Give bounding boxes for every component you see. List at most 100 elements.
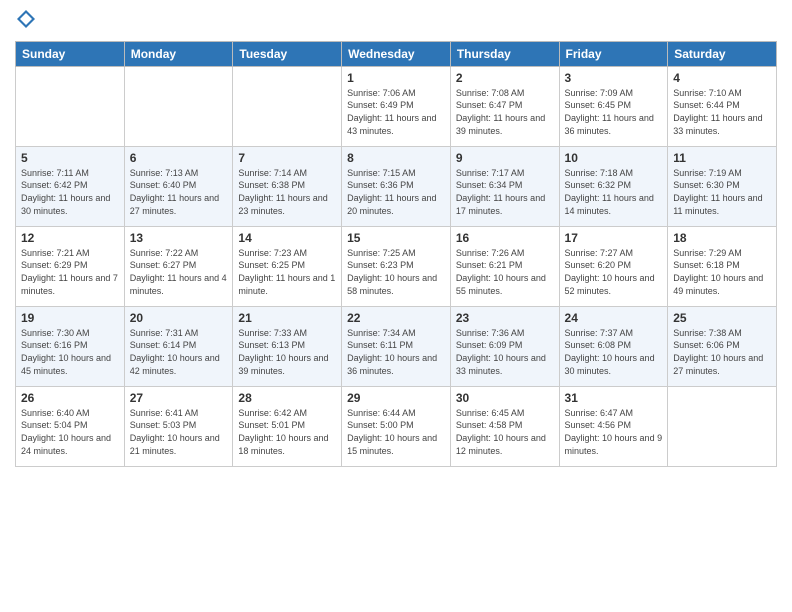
weekday-header-friday: Friday xyxy=(559,41,668,66)
week-row-2: 5Sunrise: 7:11 AM Sunset: 6:42 PM Daylig… xyxy=(16,146,777,226)
week-row-1: 1 Sunrise: 7:06 AM Sunset: 6:49 PM Daylig… xyxy=(16,66,777,146)
header xyxy=(15,10,777,33)
day-number: 11 xyxy=(673,151,771,165)
day-number: 9 xyxy=(456,151,554,165)
day-cell: 8Sunrise: 7:15 AM Sunset: 6:36 PM Daylig… xyxy=(342,146,451,226)
day-number: 7 xyxy=(238,151,336,165)
day-info: Sunrise: 7:29 AM Sunset: 6:18 PM Dayligh… xyxy=(673,247,771,297)
week-row-3: 12 Sunrise: 7:21 AM Sunset: 6:29 PM Dayli… xyxy=(16,226,777,306)
day-number: 14 xyxy=(238,231,336,245)
day-number: 15 xyxy=(347,231,445,245)
day-info: Sunrise: 7:27 AM Sunset: 6:20 PM Dayligh… xyxy=(565,247,663,297)
weekday-header-row: SundayMondayTuesdayWednesdayThursdayFrid… xyxy=(16,41,777,66)
week-row-5: 26 Sunrise: 6:40 AM Sunset: 5:04 PM Dayli… xyxy=(16,386,777,466)
day-number: 13 xyxy=(130,231,228,245)
week-row-4: 19Sunrise: 7:30 AM Sunset: 6:16 PM Dayli… xyxy=(16,306,777,386)
day-info: Sunrise: 7:19 AM Sunset: 6:30 PM Dayligh… xyxy=(673,167,771,217)
day-cell: 16 Sunrise: 7:26 AM Sunset: 6:21 PM Dayli… xyxy=(450,226,559,306)
day-cell: 2 Sunrise: 7:08 AM Sunset: 6:47 PM Daylig… xyxy=(450,66,559,146)
day-cell: 30 Sunrise: 6:45 AM Sunset: 4:58 PM Dayli… xyxy=(450,386,559,466)
day-info: Sunrise: 7:22 AM Sunset: 6:27 PM Dayligh… xyxy=(130,247,228,297)
day-cell: 7 Sunrise: 7:14 AM Sunset: 6:38 PM Daylig… xyxy=(233,146,342,226)
day-number: 12 xyxy=(21,231,119,245)
day-info: Sunrise: 7:06 AM Sunset: 6:49 PM Dayligh… xyxy=(347,87,445,137)
day-info: Sunrise: 7:13 AM Sunset: 6:40 PM Dayligh… xyxy=(130,167,228,217)
day-info: Sunrise: 7:08 AM Sunset: 6:47 PM Dayligh… xyxy=(456,87,554,137)
day-info: Sunrise: 7:21 AM Sunset: 6:29 PM Dayligh… xyxy=(21,247,119,297)
day-number: 31 xyxy=(565,391,663,405)
day-number: 16 xyxy=(456,231,554,245)
weekday-header-sunday: Sunday xyxy=(16,41,125,66)
day-number: 17 xyxy=(565,231,663,245)
day-cell: 18 Sunrise: 7:29 AM Sunset: 6:18 PM Dayli… xyxy=(668,226,777,306)
day-cell: 17 Sunrise: 7:27 AM Sunset: 6:20 PM Dayli… xyxy=(559,226,668,306)
day-info: Sunrise: 7:15 AM Sunset: 6:36 PM Dayligh… xyxy=(347,167,445,217)
day-number: 3 xyxy=(565,71,663,85)
day-number: 23 xyxy=(456,311,554,325)
day-number: 2 xyxy=(456,71,554,85)
day-number: 28 xyxy=(238,391,336,405)
day-cell xyxy=(124,66,233,146)
day-number: 1 xyxy=(347,71,445,85)
day-number: 24 xyxy=(565,311,663,325)
day-info: Sunrise: 6:45 AM Sunset: 4:58 PM Dayligh… xyxy=(456,407,554,457)
day-info: Sunrise: 7:36 AM Sunset: 6:09 PM Dayligh… xyxy=(456,327,554,377)
day-cell: 15 Sunrise: 7:25 AM Sunset: 6:23 PM Dayli… xyxy=(342,226,451,306)
day-cell: 25 Sunrise: 7:38 AM Sunset: 6:06 PM Dayli… xyxy=(668,306,777,386)
day-info: Sunrise: 6:47 AM Sunset: 4:56 PM Dayligh… xyxy=(565,407,663,457)
day-number: 27 xyxy=(130,391,228,405)
day-number: 26 xyxy=(21,391,119,405)
day-cell: 13 Sunrise: 7:22 AM Sunset: 6:27 PM Dayli… xyxy=(124,226,233,306)
day-cell: 24 Sunrise: 7:37 AM Sunset: 6:08 PM Dayli… xyxy=(559,306,668,386)
day-number: 29 xyxy=(347,391,445,405)
day-number: 25 xyxy=(673,311,771,325)
page: SundayMondayTuesdayWednesdayThursdayFrid… xyxy=(0,0,792,612)
weekday-header-tuesday: Tuesday xyxy=(233,41,342,66)
day-info: Sunrise: 7:14 AM Sunset: 6:38 PM Dayligh… xyxy=(238,167,336,217)
day-info: Sunrise: 7:25 AM Sunset: 6:23 PM Dayligh… xyxy=(347,247,445,297)
day-cell: 9 Sunrise: 7:17 AM Sunset: 6:34 PM Daylig… xyxy=(450,146,559,226)
day-info: Sunrise: 7:10 AM Sunset: 6:44 PM Dayligh… xyxy=(673,87,771,137)
day-number: 22 xyxy=(347,311,445,325)
day-cell: 5Sunrise: 7:11 AM Sunset: 6:42 PM Daylig… xyxy=(16,146,125,226)
logo xyxy=(15,10,35,33)
day-info: Sunrise: 6:42 AM Sunset: 5:01 PM Dayligh… xyxy=(238,407,336,457)
day-number: 4 xyxy=(673,71,771,85)
day-cell xyxy=(668,386,777,466)
day-cell: 14 Sunrise: 7:23 AM Sunset: 6:25 PM Dayli… xyxy=(233,226,342,306)
day-cell xyxy=(16,66,125,146)
day-number: 30 xyxy=(456,391,554,405)
day-cell: 28 Sunrise: 6:42 AM Sunset: 5:01 PM Dayli… xyxy=(233,386,342,466)
day-number: 18 xyxy=(673,231,771,245)
day-info: Sunrise: 7:17 AM Sunset: 6:34 PM Dayligh… xyxy=(456,167,554,217)
weekday-header-saturday: Saturday xyxy=(668,41,777,66)
day-cell: 22 Sunrise: 7:34 AM Sunset: 6:11 PM Dayli… xyxy=(342,306,451,386)
day-number: 10 xyxy=(565,151,663,165)
day-info: Sunrise: 7:37 AM Sunset: 6:08 PM Dayligh… xyxy=(565,327,663,377)
day-info: Sunrise: 7:33 AM Sunset: 6:13 PM Dayligh… xyxy=(238,327,336,377)
day-cell: 3Sunrise: 7:09 AM Sunset: 6:45 PM Daylig… xyxy=(559,66,668,146)
day-info: Sunrise: 6:40 AM Sunset: 5:04 PM Dayligh… xyxy=(21,407,119,457)
day-number: 20 xyxy=(130,311,228,325)
day-number: 21 xyxy=(238,311,336,325)
weekday-header-monday: Monday xyxy=(124,41,233,66)
day-cell: 29 Sunrise: 6:44 AM Sunset: 5:00 PM Dayli… xyxy=(342,386,451,466)
day-cell: 10Sunrise: 7:18 AM Sunset: 6:32 PM Dayli… xyxy=(559,146,668,226)
day-info: Sunrise: 7:23 AM Sunset: 6:25 PM Dayligh… xyxy=(238,247,336,297)
day-number: 6 xyxy=(130,151,228,165)
day-cell xyxy=(233,66,342,146)
day-info: Sunrise: 7:38 AM Sunset: 6:06 PM Dayligh… xyxy=(673,327,771,377)
day-cell: 1 Sunrise: 7:06 AM Sunset: 6:49 PM Daylig… xyxy=(342,66,451,146)
day-info: Sunrise: 6:44 AM Sunset: 5:00 PM Dayligh… xyxy=(347,407,445,457)
day-cell: 11 Sunrise: 7:19 AM Sunset: 6:30 PM Dayli… xyxy=(668,146,777,226)
day-info: Sunrise: 7:34 AM Sunset: 6:11 PM Dayligh… xyxy=(347,327,445,377)
day-info: Sunrise: 7:31 AM Sunset: 6:14 PM Dayligh… xyxy=(130,327,228,377)
day-cell: 21 Sunrise: 7:33 AM Sunset: 6:13 PM Dayli… xyxy=(233,306,342,386)
weekday-header-thursday: Thursday xyxy=(450,41,559,66)
day-info: Sunrise: 7:26 AM Sunset: 6:21 PM Dayligh… xyxy=(456,247,554,297)
day-cell: 26 Sunrise: 6:40 AM Sunset: 5:04 PM Dayli… xyxy=(16,386,125,466)
weekday-header-wednesday: Wednesday xyxy=(342,41,451,66)
day-number: 19 xyxy=(21,311,119,325)
day-info: Sunrise: 7:11 AM Sunset: 6:42 PM Dayligh… xyxy=(21,167,119,217)
day-cell: 19Sunrise: 7:30 AM Sunset: 6:16 PM Dayli… xyxy=(16,306,125,386)
